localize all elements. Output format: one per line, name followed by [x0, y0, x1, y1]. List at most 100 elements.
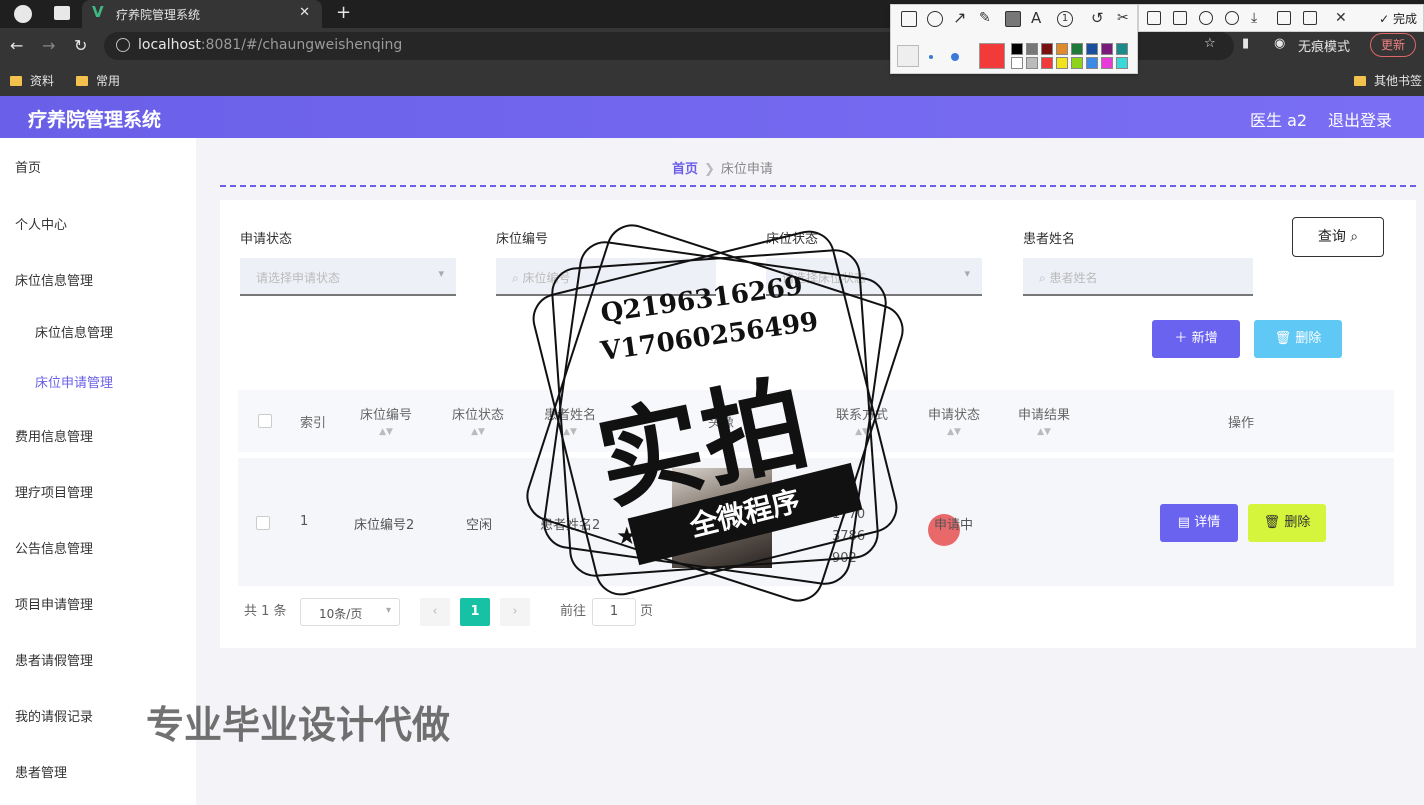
close-tab-icon[interactable]: ✕ [299, 5, 310, 20]
current-color-swatch[interactable] [979, 43, 1005, 69]
mosaic-tool-icon[interactable] [1005, 11, 1021, 27]
sort-icon[interactable]: ▲▼ [1018, 427, 1070, 437]
prev-page-button[interactable]: ‹ [420, 598, 450, 626]
close-icon[interactable]: ✕ [1335, 11, 1349, 25]
scroll-capture-icon[interactable] [1173, 11, 1187, 25]
plus-icon: ＋ [1174, 331, 1192, 346]
next-page-button[interactable]: › [500, 598, 530, 626]
patient-name-input[interactable]: ⌕ 患者姓名 [1023, 258, 1253, 296]
sidebar-toggle-icon[interactable]: ▮ [1242, 36, 1249, 51]
forward-icon[interactable]: → [42, 36, 55, 55]
col-apply-result[interactable]: 申请结果 ▲▼ [1018, 404, 1070, 437]
col-apply-status[interactable]: 申请状态 ▲▼ [928, 404, 980, 437]
breadcrumb-separator-icon: ❯ [704, 162, 715, 177]
sidebar-item-fees[interactable]: 费用信息管理 [15, 426, 93, 445]
download-icon[interactable]: ⤓ [1251, 11, 1265, 25]
page-number-current[interactable]: 1 [460, 598, 490, 626]
size-medium[interactable] [929, 55, 933, 59]
check-icon: ✓ [1379, 12, 1393, 26]
ellipse-tool-icon[interactable] [927, 11, 943, 27]
color-swatch[interactable] [1071, 43, 1083, 55]
browser-tab[interactable]: V 疗养院管理系统 ✕ [82, 0, 322, 28]
color-swatch[interactable] [1101, 57, 1113, 69]
color-swatch[interactable] [1056, 57, 1068, 69]
sidebar-item-bed-info[interactable]: 床位信息管理 [15, 270, 93, 289]
bookmark-icon[interactable] [1303, 11, 1317, 25]
color-swatch[interactable] [1086, 43, 1098, 55]
detail-button[interactable]: ▤ 详情 [1160, 504, 1238, 542]
color-swatch[interactable] [1086, 57, 1098, 69]
rectangle-tool-icon[interactable] [901, 11, 917, 27]
sidebar-item-my-leave[interactable]: 我的请假记录 [15, 706, 93, 725]
breadcrumb-current: 床位申请 [720, 162, 773, 177]
cut-icon[interactable]: ✂ [1117, 11, 1133, 27]
incognito-label: 无痕模式 [1298, 40, 1351, 55]
bookmark-star-icon[interactable]: ☆ [1204, 36, 1216, 51]
select-all-checkbox[interactable] [258, 414, 272, 428]
record-icon[interactable] [1225, 11, 1239, 25]
sidebar-item-project-apply[interactable]: 项目申请管理 [15, 594, 93, 613]
color-swatch[interactable] [1041, 43, 1053, 55]
sort-icon[interactable]: ▲▼ [360, 427, 412, 437]
phone-icon[interactable] [1277, 11, 1291, 25]
chevron-down-icon: ▾ [438, 267, 444, 280]
folder-icon [1354, 76, 1366, 86]
done-button[interactable]: ✓ 完成 [1379, 10, 1417, 27]
translate-icon[interactable] [1199, 11, 1213, 25]
new-tab-icon[interactable]: + [336, 2, 351, 23]
sidebar-item-home[interactable]: 首页 [15, 157, 41, 176]
other-bookmarks[interactable]: 其他书签 [1354, 72, 1422, 89]
apply-status-select[interactable]: 请选择申请状态 ▾ [240, 258, 456, 296]
pin-icon[interactable] [1147, 11, 1161, 25]
logout-link[interactable]: 退出登录 [1328, 107, 1392, 131]
color-swatch[interactable] [1056, 43, 1068, 55]
sidebar-item-therapy[interactable]: 理疗项目管理 [15, 482, 93, 501]
size-small[interactable] [897, 45, 919, 67]
color-swatch[interactable] [1011, 43, 1023, 55]
trash-icon: 🗑 [1274, 331, 1296, 346]
sidebar-item-profile[interactable]: 个人中心 [15, 214, 67, 233]
delete-button[interactable]: 🗑 删除 [1254, 320, 1342, 358]
sidebar-item-patient-leave[interactable]: 患者请假管理 [15, 650, 93, 669]
sidebar-item-patients[interactable]: 患者管理 [15, 762, 67, 781]
sort-icon[interactable]: ▲▼ [928, 427, 980, 437]
page-size-select[interactable]: 10条/页 ▾ [300, 598, 400, 626]
chevron-down-icon: ▾ [964, 267, 970, 280]
col-bed-no[interactable]: 床位编号 ▲▼ [360, 404, 412, 437]
pen-tool-icon[interactable]: ✎ [979, 11, 995, 27]
number-tool-icon[interactable]: 1 [1057, 11, 1073, 27]
sort-icon[interactable]: ▲▼ [452, 427, 504, 437]
undo-icon[interactable]: ↺ [1091, 11, 1107, 27]
color-swatch[interactable] [1041, 57, 1053, 69]
size-large[interactable] [951, 53, 959, 61]
row-delete-button[interactable]: 🗑 删除 [1248, 504, 1326, 542]
color-swatch[interactable] [1026, 57, 1038, 69]
color-swatch[interactable] [1011, 57, 1023, 69]
color-swatch[interactable] [1071, 57, 1083, 69]
bookmark-folder[interactable]: 资料 [10, 72, 54, 89]
search-button[interactable]: 查询 ⌕ [1292, 217, 1384, 257]
sidebar-subitem-bed-apply[interactable]: 床位申请管理 [35, 372, 113, 391]
watermark-footer: 专业毕业设计代做 [146, 703, 451, 747]
bookmarks-bar: 资料 常用 其他书签 [0, 64, 1424, 96]
text-tool-icon[interactable]: A [1031, 11, 1047, 27]
tab-overview-icon[interactable] [54, 6, 70, 20]
trash-icon: 🗑 [1263, 515, 1285, 530]
sidebar-subitem-bed-info[interactable]: 床位信息管理 [35, 322, 113, 341]
row-checkbox[interactable] [256, 516, 270, 530]
color-swatch[interactable] [1026, 43, 1038, 55]
col-bed-status[interactable]: 床位状态 ▲▼ [452, 404, 504, 437]
sidebar-item-notices[interactable]: 公告信息管理 [15, 538, 93, 557]
color-swatch[interactable] [1101, 43, 1113, 55]
color-swatch[interactable] [1116, 43, 1128, 55]
add-button[interactable]: ＋ 新增 [1152, 320, 1240, 358]
breadcrumb-home[interactable]: 首页 [672, 162, 698, 177]
reload-icon[interactable]: ↻ [74, 36, 87, 55]
arrow-tool-icon[interactable]: ↗ [953, 10, 969, 27]
globe-icon[interactable] [14, 5, 32, 23]
update-button[interactable]: 更新 [1370, 33, 1416, 57]
color-swatch[interactable] [1116, 57, 1128, 69]
bookmark-folder[interactable]: 常用 [76, 72, 120, 89]
back-icon[interactable]: ← [10, 36, 23, 55]
site-info-icon[interactable] [116, 38, 130, 52]
